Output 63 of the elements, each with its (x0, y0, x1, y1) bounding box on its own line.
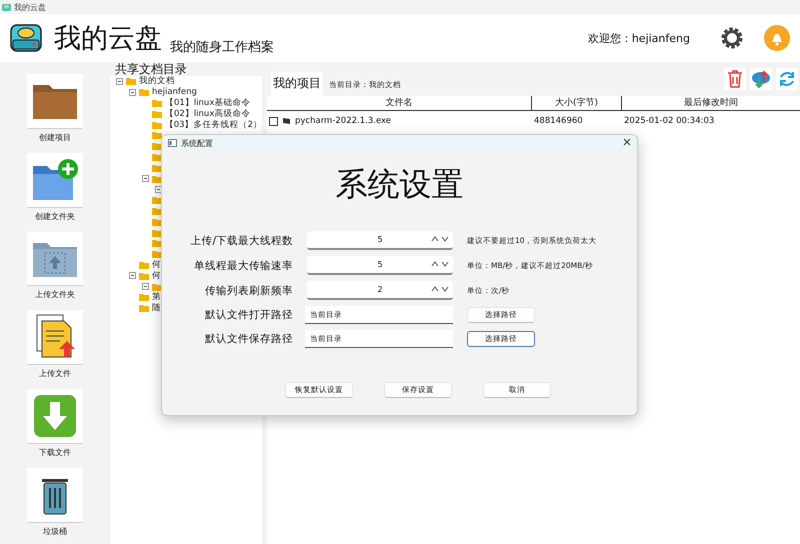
field-label: 单线程最大传输速率 (193, 258, 293, 272)
collapse-toggle[interactable] (142, 175, 149, 182)
toolbar-button[interactable] (27, 468, 83, 523)
folder-add-icon (31, 158, 79, 202)
trash-icon (727, 70, 743, 88)
refresh-button[interactable] (776, 68, 798, 90)
toolbar-label: 创建项目 (39, 132, 71, 143)
file-name-cell: pycharm-2022.1.3.exe (267, 116, 532, 126)
date-cell-text: 2025-01-02 00:34:03 (623, 116, 716, 126)
column-header[interactable]: 最后修改时间 (622, 96, 800, 110)
toolbar-label: 垃圾桶 (43, 526, 67, 537)
spin-box[interactable]: 2 (307, 281, 453, 300)
tree-title: 共享文档目录 (115, 62, 188, 76)
tree-item[interactable]: hejianfeng (152, 87, 197, 98)
window-title: 我的云盘 (14, 2, 46, 12)
tree-item[interactable]: 我的文档 (139, 75, 175, 88)
field-label: 传输列表刷新频率 (204, 284, 293, 298)
tree-item[interactable]: 【03】多任务线程（2） (164, 118, 262, 131)
spin-box[interactable]: 5 (307, 256, 453, 275)
dialog-title: 系统配置 (181, 138, 213, 148)
spin-box[interactable]: 5 (307, 231, 453, 250)
download-icon (33, 394, 77, 438)
delete-button[interactable] (724, 68, 746, 90)
window-icon (168, 139, 177, 147)
collapse-toggle[interactable] (142, 283, 149, 290)
settings-icon[interactable] (720, 26, 744, 50)
tree-item[interactable]: 何 (152, 258, 161, 271)
tree-item[interactable]: 何 (152, 270, 161, 282)
collapse-toggle[interactable] (129, 272, 136, 280)
app-subtitle: 我的随身工作档案 (170, 39, 274, 56)
welcome-text: 欢迎您：hejianfeng (588, 30, 690, 46)
cloud-transfer-icon (751, 69, 771, 89)
row-checkbox[interactable] (269, 116, 278, 126)
spin-arrows-icon[interactable] (431, 286, 449, 292)
field-label: 默认文件保存路径 (204, 332, 293, 346)
size-cell-text: 488146960 (533, 116, 584, 126)
spin-arrows-icon[interactable] (431, 236, 449, 242)
tree-item[interactable]: 第 (152, 291, 161, 304)
app-icon (2, 2, 11, 12)
column-header[interactable]: 大小(字节) (532, 96, 622, 110)
collapse-toggle[interactable] (129, 88, 136, 96)
toolbar-label: 上传文件 (39, 368, 71, 380)
toolbar-button[interactable] (27, 74, 83, 129)
toolbar-label: 下载文件 (39, 447, 71, 458)
spin-arrows-icon[interactable] (431, 261, 449, 267)
toolbar-button[interactable] (27, 310, 83, 366)
app-name: 我的云盘 (54, 22, 162, 56)
column-header[interactable]: 文件名 (267, 96, 532, 110)
toolbar-label: 创建文件夹 (35, 210, 75, 222)
toolbar-label: 上传文件夹 (35, 289, 75, 300)
field-label: 默认文件打开路径 (204, 308, 293, 322)
refresh-icon (778, 70, 796, 88)
project-tab[interactable]: 我的项目 (271, 72, 323, 96)
file-icon (282, 117, 291, 125)
tree-item[interactable]: 随 (152, 302, 161, 314)
sync-button[interactable] (750, 68, 772, 90)
disk-logo-icon (10, 23, 42, 53)
dialog-heading: 系统设置 (336, 164, 464, 205)
collapse-toggle[interactable] (116, 78, 123, 85)
tree-item[interactable]: 【01】linux基础命令 (165, 97, 250, 109)
field-label: 上传/下载最大线程数 (189, 234, 293, 248)
folder-icon (152, 120, 162, 129)
tree-item[interactable]: 【02】linux高级命令 (165, 108, 250, 120)
